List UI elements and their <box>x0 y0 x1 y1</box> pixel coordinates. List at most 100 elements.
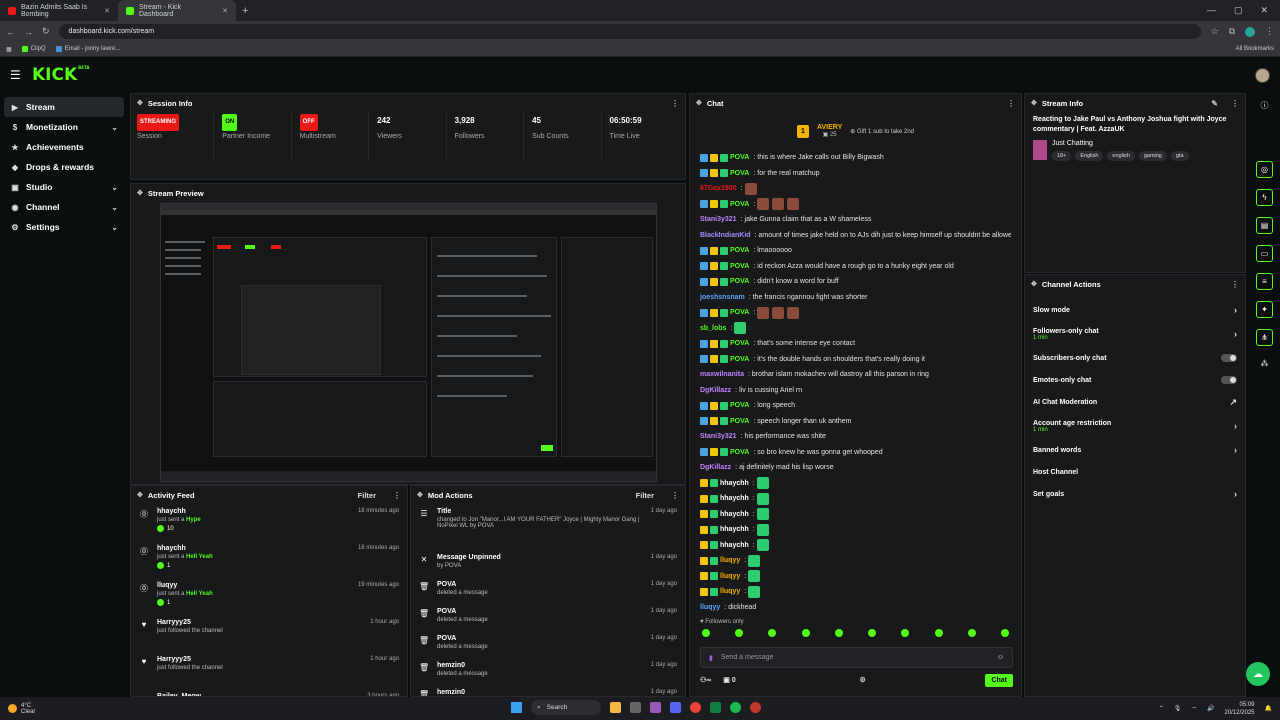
kebab-menu-icon[interactable]: ⋮ <box>1231 280 1239 289</box>
chat-username[interactable]: POVA <box>730 356 749 363</box>
chat-username[interactable]: hhaychh <box>720 511 749 518</box>
drag-handle-icon[interactable]: ✥ <box>137 491 143 499</box>
drag-handle-icon[interactable]: ✥ <box>696 99 702 107</box>
chat-message[interactable]: lluqyy: <box>700 584 1011 600</box>
chat-username[interactable]: hhaychh <box>720 542 749 549</box>
kebab-menu-icon[interactable]: ⋮ <box>1007 99 1015 108</box>
channel-action-set-goals[interactable]: Set goals › <box>1025 483 1245 505</box>
minimize-icon[interactable]: — <box>1207 5 1216 16</box>
channel-action-followers-only-chat[interactable]: Followers-only chat 1 min › <box>1025 321 1245 347</box>
channel-action-emotes-only-chat[interactable]: Emotes-only chat <box>1025 369 1245 391</box>
quick-emote-icon[interactable] <box>934 629 943 637</box>
task-view-icon[interactable] <box>630 702 641 713</box>
drag-handle-icon[interactable]: ✥ <box>417 491 423 499</box>
category-name[interactable]: Just Chatting <box>1052 140 1189 147</box>
back-icon[interactable]: ← <box>6 27 15 37</box>
chat-username[interactable]: lluqyy <box>720 573 740 580</box>
quick-emote-icon[interactable] <box>868 629 877 637</box>
sidebar-item-stream[interactable]: ▶ Stream <box>4 97 124 117</box>
chat-message[interactable]: maxwilnanita: brothar islam mokachev will… <box>700 367 1011 383</box>
kick-logo[interactable]: KICKBETA <box>32 65 89 85</box>
quick-emote-icon[interactable] <box>768 629 777 637</box>
bolt-icon[interactable]: ϟ <box>1256 189 1273 206</box>
chat-message[interactable]: sb_lobs: <box>700 321 1011 337</box>
list-item[interactable]: ☰ Title changed to Jon "Manor...I AM YOUR … <box>411 504 685 550</box>
list-item[interactable]: 🗑 POVA deleted a message 1 day ago <box>411 577 685 604</box>
chat-message[interactable]: POVA: id reckon Azza would have a rough g… <box>700 259 1011 275</box>
list-item[interactable]: ⓪ hhaychh just sent a Hell Yeah 1 18 minutes… <box>131 541 407 578</box>
list-item[interactable]: ✕ Message Unpinned by POVA 1 day ago <box>411 550 685 577</box>
chat-message[interactable]: BlackIndianKid: amount of times jake held… <box>700 228 1011 244</box>
tab-close-icon[interactable]: ✕ <box>222 7 228 15</box>
send-chat-button[interactable]: Chat <box>985 673 1013 687</box>
quick-emote-icon[interactable] <box>702 629 710 637</box>
tools-icon[interactable]: ✦ <box>1256 301 1273 318</box>
hamburger-menu-icon[interactable]: ☰ <box>10 68 30 82</box>
sidebar-item-channel[interactable]: ◉ Channel ⌄ <box>4 197 124 217</box>
chat-message[interactable]: 67Gex1900: <box>700 181 1011 197</box>
chat-username[interactable]: POVA <box>730 340 749 347</box>
chat-username[interactable]: POVA <box>730 418 749 425</box>
sidebar-item-drops-rewards[interactable]: ◆ Drops & rewards <box>4 157 124 177</box>
quick-emote-icon[interactable] <box>834 629 843 637</box>
toggle-switch[interactable] <box>1221 354 1237 362</box>
chat-username[interactable]: maxwilnanita <box>700 371 744 378</box>
chat-message[interactable]: joeshsnsnam: the francis ngannou fight wa… <box>700 290 1011 306</box>
pinned-user[interactable]: AVIERY ▣ 25 <box>817 124 842 138</box>
chat-username[interactable]: POVA <box>730 402 749 409</box>
chat-message[interactable]: hhaychh: <box>700 522 1011 538</box>
spotify-icon[interactable] <box>730 702 741 713</box>
kebab-menu-icon[interactable]: ⋮ <box>1231 99 1239 108</box>
kebab-menu-icon[interactable]: ⋮ <box>393 491 401 500</box>
list-item[interactable]: 🗑 POVA deleted a message 1 day ago <box>411 631 685 658</box>
chat-username[interactable]: POVA <box>730 201 749 208</box>
obs-icon[interactable] <box>750 702 761 713</box>
browser-tab[interactable]: Stream - Kick Dashboard ✕ <box>118 0 236 21</box>
chat-message[interactable]: lluqyy: <box>700 569 1011 585</box>
channel-action-account-age-restriction[interactable]: Account age restriction 1 min › <box>1025 413 1245 439</box>
list-item[interactable]: ♥ Harryyy25 just followed the channel 1 hou… <box>131 652 407 689</box>
clock[interactable]: 05:09 20/12/2025 <box>1224 701 1254 717</box>
close-window-icon[interactable]: ✕ <box>1260 5 1268 16</box>
chat-settings-icon[interactable]: ⚙ <box>859 676 865 684</box>
chat-username[interactable]: hhaychh <box>720 526 749 533</box>
extensions-icon[interactable]: ⧉ <box>1229 26 1235 37</box>
discord-icon[interactable] <box>670 702 681 713</box>
mic-tray-icon[interactable]: 🎙 <box>1174 705 1182 712</box>
toggle-switch[interactable] <box>1221 376 1237 384</box>
clipboard-icon[interactable]: ▤ <box>1256 217 1273 234</box>
list-item[interactable]: ⓪ lluqyy just sent a Hell Yeah 1 19 minutes … <box>131 578 407 615</box>
viewers-icon[interactable]: ⚇∞ <box>700 676 711 684</box>
stream-tag[interactable]: 18+ <box>1052 151 1072 161</box>
chat-username[interactable]: BlackIndianKid <box>700 232 751 239</box>
sidebar-item-achievements[interactable]: ★ Achievements <box>4 137 124 157</box>
list-item[interactable]: ⓪ hhaychh just sent a Hype 10 18 minutes ago <box>131 504 407 541</box>
chat-username[interactable]: hhaychh <box>720 480 749 487</box>
chat-username[interactable]: POVA <box>730 170 749 177</box>
stream-tag[interactable]: gta <box>1170 151 1189 161</box>
raid-icon[interactable]: ⁂ <box>1256 355 1273 372</box>
drag-handle-icon[interactable]: ✥ <box>137 99 143 107</box>
chat-message[interactable]: Stani3y321: his performance was shite <box>700 429 1011 445</box>
kebab-menu-icon[interactable]: ⋮ <box>671 491 679 500</box>
channel-action-subscribers-only-chat[interactable]: Subscribers-only chat <box>1025 347 1245 369</box>
chat-message[interactable]: hhaychh: <box>700 476 1011 492</box>
chat-username[interactable]: joeshsnsnam <box>700 294 745 301</box>
drag-handle-icon[interactable]: ✥ <box>1031 280 1037 288</box>
channel-action-host-channel[interactable]: Host Channel <box>1025 461 1245 483</box>
quick-emote-icon[interactable] <box>901 629 910 637</box>
bookmark-star-icon[interactable]: ☆ <box>1210 26 1218 37</box>
chat-username[interactable]: DgKillazz <box>700 387 731 394</box>
chat-message[interactable]: lluqyy: dickhead <box>700 600 1011 616</box>
quick-emote-icon[interactable] <box>735 629 744 637</box>
list-item[interactable]: ♥ Harryyy25 just followed the channel 1 hou… <box>131 615 407 652</box>
maximize-icon[interactable]: ▢ <box>1234 5 1243 16</box>
chat-message[interactable]: POVA: that's some intense eye contact <box>700 336 1011 352</box>
widgets-icon[interactable] <box>610 702 621 713</box>
chat-username[interactable]: POVA <box>730 154 749 161</box>
chat-message[interactable]: DgKillazz: liv is cussing Ariel rn <box>700 383 1011 399</box>
reload-icon[interactable]: ↻ <box>42 26 50 37</box>
quick-emote-icon[interactable] <box>1000 629 1009 637</box>
chat-username[interactable]: lluqyy <box>720 557 740 564</box>
chat-message[interactable]: Stani3y321: jake Gunna claim that as a W … <box>700 212 1011 228</box>
